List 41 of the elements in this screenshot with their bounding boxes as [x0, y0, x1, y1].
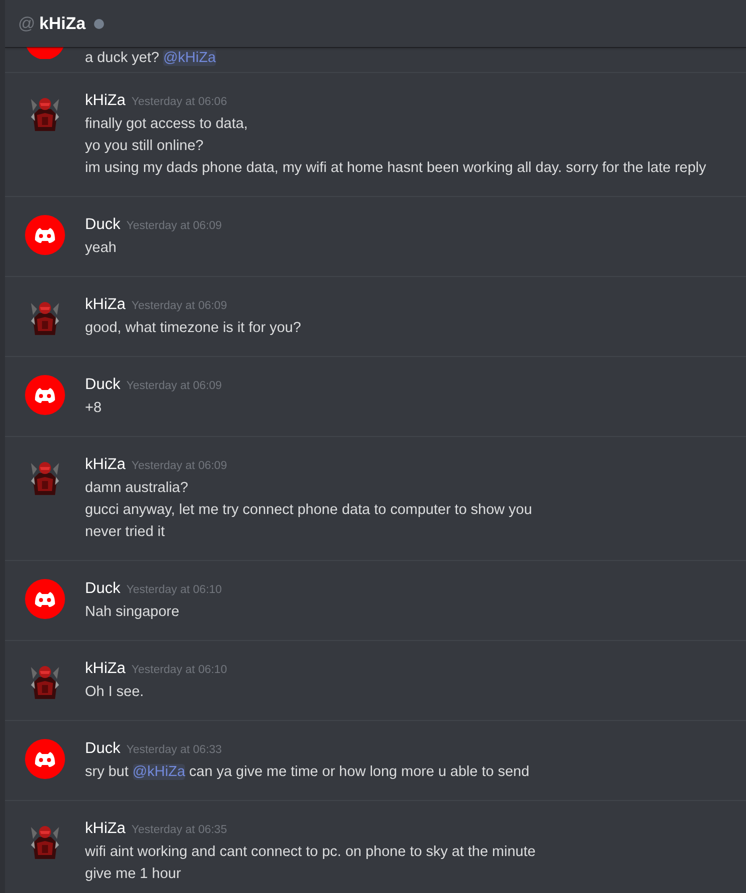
author-name[interactable]: kHiZa — [85, 455, 126, 475]
timestamp: Yesterday at 06:10 — [131, 663, 227, 678]
message-text: never tried it — [85, 523, 166, 542]
message-text: wifi aint working and cant connect to pc. on phone to sky at the minute — [85, 843, 536, 862]
avatar-icon — [25, 375, 65, 415]
timestamp: Yesterday at 06:09 — [126, 219, 222, 234]
author-name[interactable]: Duck — [85, 215, 120, 235]
avatar-icon — [25, 739, 65, 779]
at-sign: @ — [18, 14, 36, 34]
timestamp: Yesterday at 06:35 — [131, 823, 227, 838]
message-text: +8 — [85, 399, 103, 418]
channel-title: kHiZa — [39, 14, 86, 34]
message-text: Nah singapore — [85, 603, 180, 622]
author-name[interactable]: kHiZa — [85, 659, 126, 679]
author-name[interactable]: Duck — [85, 579, 120, 599]
message-text: a duck yet? @kHiZa — [85, 49, 216, 68]
timestamp: Yesterday at 06:10 — [126, 583, 222, 598]
avatar-icon — [25, 579, 65, 619]
message-text: damn australia? — [85, 479, 190, 498]
author-name[interactable]: kHiZa — [85, 91, 126, 111]
avatar-icon — [25, 215, 65, 255]
message-text: yo you still online? — [85, 137, 204, 156]
message-text: give me 1 hour — [85, 865, 182, 884]
author-name[interactable]: kHiZa — [85, 295, 126, 315]
timestamp: Yesterday at 06:06 — [131, 95, 227, 110]
message-text: sry but @kHiZa can ya give me time or how long more u able to send — [85, 763, 530, 782]
author-name[interactable]: Duck — [85, 375, 120, 395]
avatar-icon — [25, 47, 65, 59]
message-text: finally got access to data, — [85, 115, 249, 134]
timestamp: Yesterday at 06:33 — [126, 743, 222, 758]
message-text: Oh I see. — [85, 683, 145, 702]
message-text: gucci anyway, let me try connect phone data to computer to show you — [85, 501, 532, 520]
message-text: yeah — [85, 239, 118, 258]
timestamp: Yesterday at 06:09 — [131, 299, 227, 314]
timestamp: Yesterday at 06:09 — [126, 379, 222, 394]
author-name[interactable]: kHiZa — [85, 819, 126, 839]
timestamp: Yesterday at 06:09 — [131, 459, 227, 474]
message-text: im using my dads phone data, my wifi at home hasnt been working all day. sorry for the late reply — [85, 159, 706, 178]
status-icon — [94, 18, 104, 28]
author-name[interactable]: Duck — [85, 739, 120, 759]
message-text: good, what timezone is it for you? — [85, 319, 302, 338]
